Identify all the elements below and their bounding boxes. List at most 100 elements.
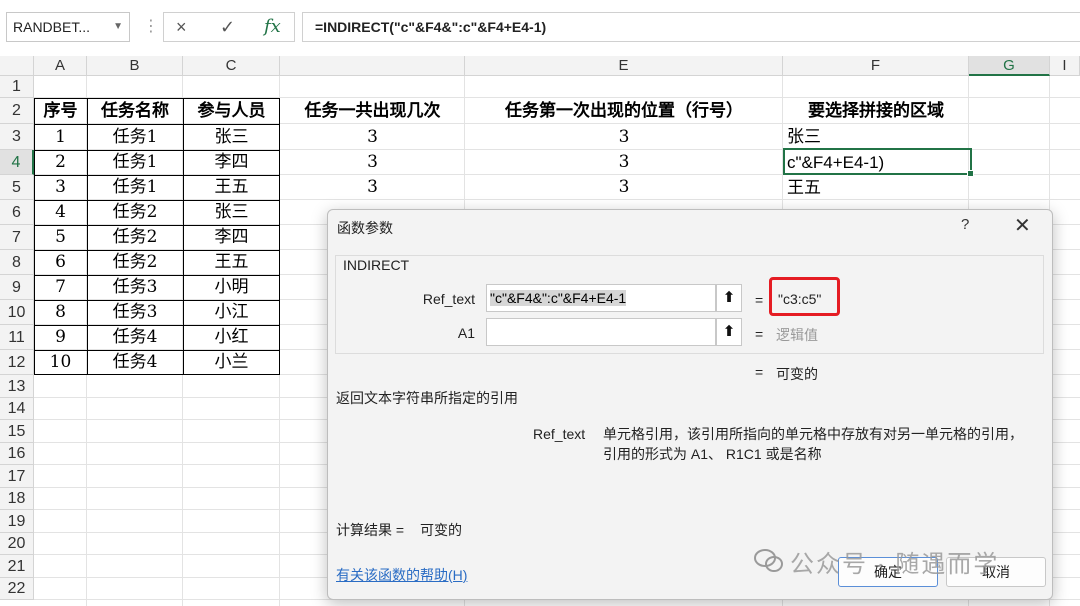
row-header[interactable]: 16 <box>0 443 34 465</box>
cell-task-name[interactable]: 任务2 <box>87 225 183 250</box>
table-border <box>34 250 280 251</box>
cell-seq[interactable]: 4 <box>34 200 87 225</box>
column-header[interactable] <box>280 56 465 76</box>
header-cell-participant[interactable]: 参与人员 <box>183 98 280 124</box>
cell-seq[interactable]: 8 <box>34 300 87 325</box>
cell-seq[interactable]: 1 <box>34 124 87 150</box>
ref-text-input[interactable]: "c"&F4&":c"&F4+E4-1 <box>486 284 716 312</box>
cell-task-name[interactable]: 任务3 <box>87 300 183 325</box>
cell-task-name[interactable]: 任务4 <box>87 350 183 375</box>
cell-participant[interactable]: 小兰 <box>183 350 280 375</box>
cell-occurrences[interactable]: 3 <box>280 124 465 150</box>
header-cell-selection-range[interactable]: 要选择拼接的区域 <box>783 98 969 124</box>
row-header[interactable]: 10 <box>0 300 34 325</box>
column-header-c[interactable]: C <box>183 56 280 76</box>
function-help-link[interactable]: 有关该函数的帮助(H) <box>336 565 467 585</box>
cell-seq[interactable]: 5 <box>34 225 87 250</box>
cell-participant[interactable]: 小红 <box>183 325 280 350</box>
drag-handle-icon[interactable]: ⋮ <box>143 16 159 38</box>
table-border <box>34 275 280 276</box>
row-header[interactable]: 13 <box>0 375 34 398</box>
table-border <box>34 98 35 375</box>
row-header[interactable]: 19 <box>0 510 34 533</box>
row-header[interactable]: 15 <box>0 420 34 443</box>
cell-task-name[interactable]: 任务2 <box>87 200 183 225</box>
row-header[interactable]: 18 <box>0 488 34 510</box>
formula-input[interactable]: =INDIRECT("c"&F4&":c"&F4+E4-1) <box>302 12 1080 42</box>
cell-participant[interactable]: 王五 <box>183 250 280 275</box>
row-header[interactable]: 22 <box>0 578 34 600</box>
equals-sign: = <box>755 326 764 342</box>
insert-function-icon[interactable]: fx <box>264 13 281 41</box>
cell-participant[interactable]: 小江 <box>183 300 280 325</box>
cell-first-position[interactable]: 3 <box>465 124 783 150</box>
row-header[interactable]: 21 <box>0 555 34 578</box>
cell-selection-range[interactable]: 张三 <box>783 124 969 150</box>
cell-occurrences[interactable]: 3 <box>280 150 465 175</box>
row-header[interactable]: 20 <box>0 533 34 555</box>
cell-seq[interactable]: 9 <box>34 325 87 350</box>
row-header[interactable]: 7 <box>0 225 34 250</box>
row-header[interactable]: 11 <box>0 325 34 350</box>
collapse-dialog-icon[interactable]: ⬆ <box>716 284 742 312</box>
help-icon[interactable]: ? <box>961 216 969 233</box>
cell-seq[interactable]: 6 <box>34 250 87 275</box>
cell-participant[interactable]: 小明 <box>183 275 280 300</box>
column-header-e[interactable]: E <box>465 56 783 76</box>
row-header[interactable]: 8 <box>0 250 34 275</box>
cell-task-name[interactable]: 任务1 <box>87 150 183 175</box>
formula-bar: RANDBET... ▼ ⋮ × ✓ fx =INDIRECT("c"&F4&"… <box>0 0 1080 57</box>
cell-first-position[interactable]: 3 <box>465 150 783 175</box>
cancel-icon[interactable]: × <box>176 13 187 41</box>
cell-first-position[interactable]: 3 <box>465 175 783 200</box>
cell-seq[interactable]: 2 <box>34 150 87 175</box>
name-box[interactable]: RANDBET... ▼ <box>6 12 130 42</box>
arg-desc-line2: 引用的形式为 A1、 R1C1 或是名称 <box>603 446 822 462</box>
header-cell-task-name[interactable]: 任务名称 <box>87 98 183 124</box>
collapse-dialog-icon[interactable]: ⬆ <box>716 318 742 346</box>
row-header[interactable]: 9 <box>0 275 34 300</box>
cell-seq[interactable]: 10 <box>34 350 87 375</box>
row-header[interactable]: 17 <box>0 465 34 488</box>
cell-seq[interactable]: 7 <box>34 275 87 300</box>
cell-seq[interactable]: 3 <box>34 175 87 200</box>
cell-participant[interactable]: 李四 <box>183 225 280 250</box>
cell-task-name[interactable]: 任务1 <box>87 175 183 200</box>
row-header[interactable]: 4 <box>0 150 34 175</box>
header-cell-seq[interactable]: 序号 <box>34 98 87 124</box>
row-header[interactable]: 1 <box>0 76 34 98</box>
cell-task-name[interactable]: 任务1 <box>87 124 183 150</box>
cell-task-name[interactable]: 任务2 <box>87 250 183 275</box>
column-header-i[interactable]: I <box>1050 56 1080 76</box>
cell-participant[interactable]: 李四 <box>183 150 280 175</box>
equals-sign: = <box>755 364 764 380</box>
column-header-f[interactable]: F <box>783 56 969 76</box>
header-cell-first-position[interactable]: 任务第一次出现的位置（行号） <box>465 98 783 124</box>
enter-icon[interactable]: ✓ <box>220 13 235 41</box>
cell-task-name[interactable]: 任务3 <box>87 275 183 300</box>
header-cell-occurrences[interactable]: 任务一共出现几次 <box>280 98 465 124</box>
chevron-down-icon[interactable]: ▼ <box>113 13 123 41</box>
row-header[interactable]: 12 <box>0 350 34 375</box>
cell-participant[interactable]: 王五 <box>183 175 280 200</box>
column-header-g[interactable]: G <box>969 56 1050 76</box>
cell-participant[interactable]: 张三 <box>183 200 280 225</box>
active-cell-g4[interactable] <box>783 148 974 177</box>
cell-selection-range[interactable]: 王五 <box>783 175 969 200</box>
row-header[interactable]: 2 <box>0 98 34 124</box>
column-header-a[interactable]: A <box>34 56 87 76</box>
row-header[interactable]: 6 <box>0 200 34 225</box>
equals-sign: = <box>755 292 764 308</box>
row-header[interactable]: 3 <box>0 124 34 150</box>
close-icon[interactable]: ✕ <box>1014 213 1031 238</box>
row-header[interactable]: 5 <box>0 175 34 200</box>
cell-task-name[interactable]: 任务4 <box>87 325 183 350</box>
a1-input[interactable] <box>486 318 716 346</box>
select-all-corner[interactable] <box>0 56 34 76</box>
row-header[interactable]: 14 <box>0 398 34 420</box>
column-header-b[interactable]: B <box>87 56 183 76</box>
cell-participant[interactable]: 张三 <box>183 124 280 150</box>
table-border <box>34 350 280 351</box>
cell-occurrences[interactable]: 3 <box>280 175 465 200</box>
fill-handle[interactable] <box>967 170 974 177</box>
